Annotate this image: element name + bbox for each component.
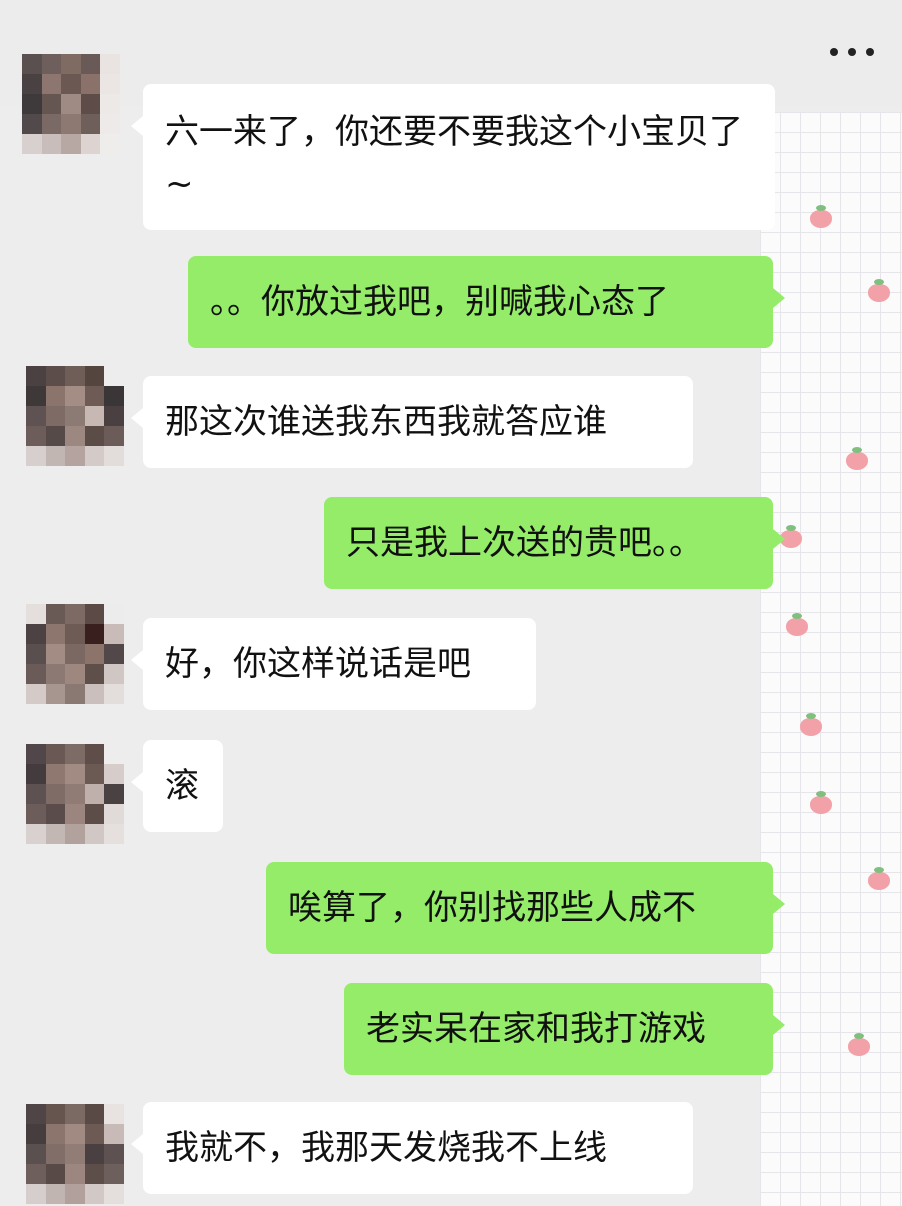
message-text: 。。你放过我吧，别喊我心态了 xyxy=(210,282,669,322)
chat-wallpaper xyxy=(760,112,902,1206)
message-bubble-outgoing[interactable]: 只是我上次送的贵吧。。 xyxy=(324,497,785,589)
avatar[interactable] xyxy=(26,366,124,466)
message-text: 六一来了，你还要不要我这个小宝贝了~ xyxy=(165,112,743,204)
message-bubble-outgoing[interactable]: 。。你放过我吧，别喊我心态了 xyxy=(188,256,785,348)
message-text: 只是我上次送的贵吧。。 xyxy=(346,523,703,563)
strawberry-icon xyxy=(846,447,868,470)
message-text: 老实呆在家和我打游戏 xyxy=(366,1009,706,1049)
message-bubble-incoming[interactable]: 滚 xyxy=(131,740,223,832)
message-text: 那这次谁送我东西我就答应谁 xyxy=(165,402,607,442)
avatar[interactable] xyxy=(26,1104,124,1204)
message-text: 滚 xyxy=(165,766,199,806)
strawberry-icon xyxy=(786,613,808,636)
avatar[interactable] xyxy=(22,54,120,154)
message-bubble-incoming[interactable]: 六一来了，你还要不要我这个小宝贝了~ xyxy=(131,84,775,230)
avatar[interactable] xyxy=(26,744,124,844)
strawberry-icon xyxy=(800,713,822,736)
message-bubble-incoming[interactable]: 那这次谁送我东西我就答应谁 xyxy=(131,376,693,468)
message-text: 我就不，我那天发烧我不上线 xyxy=(165,1128,607,1168)
message-bubble-outgoing[interactable]: 老实呆在家和我打游戏 xyxy=(344,983,785,1075)
strawberry-icon xyxy=(810,791,832,814)
strawberry-icon xyxy=(868,279,890,302)
strawberry-icon xyxy=(868,867,890,890)
message-bubble-incoming[interactable]: 好，你这样说话是吧 xyxy=(131,618,536,710)
more-icon[interactable] xyxy=(830,40,874,64)
strawberry-icon xyxy=(848,1033,870,1056)
message-bubble-incoming[interactable]: 我就不，我那天发烧我不上线 xyxy=(131,1102,693,1194)
message-bubble-outgoing[interactable]: 唉算了，你别找那些人成不 xyxy=(266,862,785,954)
avatar[interactable] xyxy=(26,604,124,704)
message-text: 好，你这样说话是吧 xyxy=(165,644,471,684)
message-text: 唉算了，你别找那些人成不 xyxy=(288,888,696,928)
strawberry-icon xyxy=(810,205,832,228)
